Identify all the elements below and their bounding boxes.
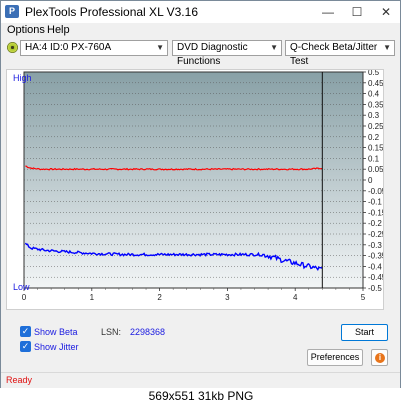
right-axis-ticks: 0.5 0.45 0.40.35 0.3 0.25 0.2 0.150.1 0.05 0 -0.0… <box>363 70 383 293</box>
y-tick-label: 0.35 <box>368 100 383 109</box>
y-tick-label: -0.3 <box>368 241 382 250</box>
x-tick-label: 3 <box>225 293 230 302</box>
function-select[interactable]: DVD Diagnostic Functions ▼ <box>172 40 282 67</box>
y-tick-label: -0.4 <box>368 262 382 271</box>
status-text: Ready <box>6 375 33 385</box>
y-tick-label: 0.2 <box>368 133 380 142</box>
y-tick-label: 0 <box>368 176 373 185</box>
lsn-value: 2298368 <box>130 327 166 337</box>
lsn-label: LSN: <box>101 327 122 337</box>
menu-help[interactable]: Help <box>47 24 70 36</box>
image-caption: 569x551 31kb PNG <box>148 389 254 403</box>
y-tick-label: -0.35 <box>368 252 383 261</box>
show-jitter-label[interactable]: Show Jitter <box>34 342 79 352</box>
chevron-down-icon: ▼ <box>270 43 278 52</box>
status-bar: Ready <box>1 372 400 388</box>
close-button[interactable]: ✕ <box>372 1 400 23</box>
toolbar: HA:4 ID:0 PX-760A ▼ DVD Diagnostic Funct… <box>1 39 400 67</box>
y-tick-label: 0.25 <box>368 122 383 131</box>
chart-panel: 0.5 0.45 0.4 0.35 0.3 0.25 0.2 0.15 0.1 0.05 0 -0.0… <box>6 69 384 310</box>
application-window: P PlexTools Professional XL V3.16 — ☐ ✕ … <box>0 0 401 388</box>
y-tick-label: 0.4 <box>368 90 380 99</box>
y-tick-label: -0.2 <box>368 219 382 228</box>
window-title: PlexTools Professional XL V3.16 <box>25 5 198 19</box>
chevron-down-icon: ▼ <box>156 43 164 52</box>
y-tick-label: 0.1 <box>368 154 380 163</box>
y-tick-label: -0.05 <box>368 187 383 196</box>
title-bar[interactable]: P PlexTools Professional XL V3.16 — ☐ ✕ <box>1 1 400 23</box>
y-tick-label: 0.05 <box>368 165 383 174</box>
image-caption-bar: 569x551 31kb PNG <box>0 388 402 404</box>
y-tick-label: -0.45 <box>368 273 383 282</box>
y-tick-label: -0.25 <box>368 230 383 239</box>
show-jitter-checkbox[interactable]: ✓ <box>20 341 31 352</box>
info-button[interactable]: i <box>371 349 388 366</box>
start-button[interactable]: Start <box>341 324 388 341</box>
x-tick-label: 0 <box>22 293 27 302</box>
info-icon: i <box>375 353 385 363</box>
minimize-button[interactable]: — <box>314 1 342 23</box>
high-label: High <box>13 73 32 83</box>
y-tick-label: -0.5 <box>368 284 382 293</box>
y-tick-label: -0.15 <box>368 208 383 217</box>
y-tick-label: 0.45 <box>368 79 383 88</box>
test-select[interactable]: Q-Check Beta/Jitter Test ▼ <box>285 40 395 67</box>
menu-options[interactable]: Options <box>7 24 45 36</box>
show-beta-checkbox[interactable]: ✓ <box>20 326 31 337</box>
x-tick-label: 5 <box>361 293 366 302</box>
y-tick-label: 0.5 <box>368 70 380 77</box>
y-tick-label: 0.15 <box>368 144 383 153</box>
x-tick-label: 4 <box>293 293 298 302</box>
low-label: Low <box>13 282 30 292</box>
x-axis-ticks: 0 1 2 3 4 5 <box>22 288 366 302</box>
plextools-logo-icon: P <box>5 5 19 18</box>
controls-panel: ✓ Show Beta ✓ Show Jitter LSN: 2298368 S… <box>1 317 400 372</box>
y-tick-label: 0.3 <box>368 111 380 120</box>
drive-select[interactable]: HA:4 ID:0 PX-760A ▼ <box>20 40 168 56</box>
drive-select-value: HA:4 ID:0 PX-760A <box>25 42 112 53</box>
test-select-value: Q-Check Beta/Jitter Test <box>290 42 378 67</box>
chevron-down-icon: ▼ <box>383 43 391 52</box>
function-select-value: DVD Diagnostic Functions <box>177 42 248 67</box>
preferences-button[interactable]: Preferences <box>307 349 363 366</box>
menu-bar: Options Help <box>1 23 400 39</box>
x-tick-label: 1 <box>90 293 95 302</box>
y-tick-label: -0.1 <box>368 198 382 207</box>
maximize-button[interactable]: ☐ <box>343 1 371 23</box>
show-beta-label[interactable]: Show Beta <box>34 327 78 337</box>
x-tick-label: 2 <box>157 293 162 302</box>
beta-jitter-chart: 0.5 0.45 0.40.35 0.3 0.25 0.2 0.150.1 0.05 0 -0.0… <box>22 70 383 302</box>
